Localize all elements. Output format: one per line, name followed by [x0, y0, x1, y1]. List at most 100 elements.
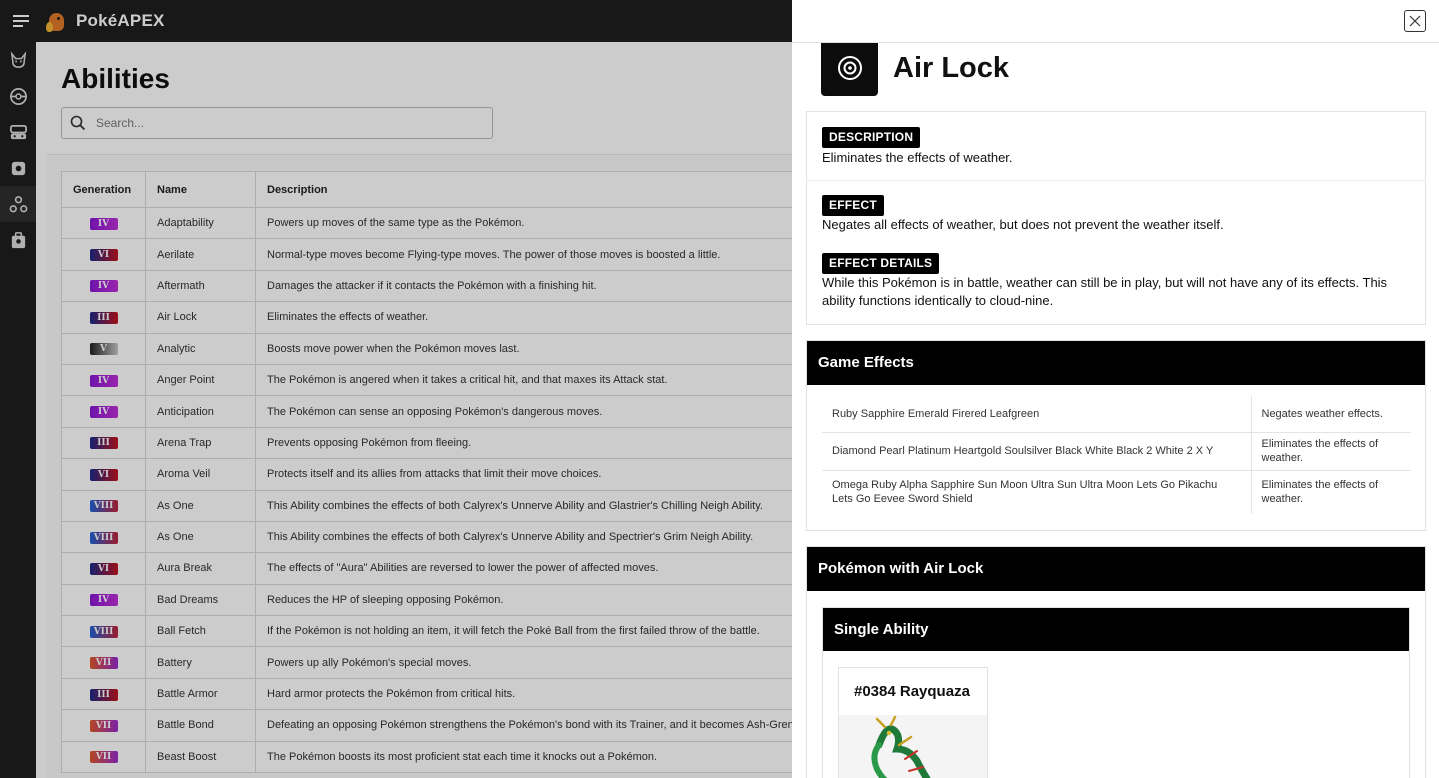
name-cell: As One	[145, 489, 256, 522]
close-icon	[1409, 15, 1421, 27]
game-effect: Eliminates the effects of weather.	[1261, 478, 1379, 506]
generation-badge: IV	[89, 594, 118, 607]
table-row[interactable]: VII Beast Boost The Pokémon boosts its mos…	[61, 740, 816, 774]
name-cell: Analytic	[145, 332, 256, 365]
table-row[interactable]: IV Anticipation The Pokémon can sense an o…	[61, 395, 816, 428]
generation-badge: VII	[89, 657, 118, 670]
pokeball-icon	[9, 87, 27, 105]
generation-cell: III	[61, 677, 146, 711]
single-ability-card: Single Ability #0384 Rayquaza	[822, 607, 1410, 778]
generation-cell: VII	[61, 709, 146, 742]
divider	[807, 180, 1425, 181]
app-name[interactable]: PokéAPEX	[76, 11, 165, 31]
description-cell: Prevents opposing Pokémon from fleeing.	[255, 426, 816, 460]
column-header-generation[interactable]: Generation	[61, 171, 146, 208]
single-ability-title: Single Ability	[823, 608, 1409, 651]
charmander-logo-icon[interactable]	[46, 8, 68, 34]
sidebar-item-bag[interactable]	[0, 222, 36, 258]
game-versions: Diamond Pearl Platinum Heartgold Soulsil…	[822, 432, 1252, 471]
sidebar-item-abilities[interactable]	[0, 186, 36, 222]
pokemon-card[interactable]: #0384 Rayquaza	[838, 667, 988, 778]
page-title: Abilities	[61, 63, 170, 94]
sidebar-item-pokeballs[interactable]	[0, 78, 36, 114]
table-row[interactable]: VI Aura Break The effects of "Aura" Abilit…	[61, 552, 816, 585]
game-effects-card: Game Effects Ruby Sapphire Emerald Firer…	[806, 340, 1426, 531]
abilities-table: Generation Name Description IV Adaptabili…	[61, 171, 816, 774]
generation-cell: VIII	[61, 520, 146, 554]
generation-badge: IV	[89, 406, 118, 419]
table-row[interactable]: VII Battle Bond Defeating an opposing Poké…	[61, 709, 816, 742]
description-cell: The Pokémon can sense an opposing Pokémo…	[255, 395, 816, 428]
description-cell: If the Pokémon is not holding an item, i…	[255, 615, 816, 648]
name-cell: Battery	[145, 646, 256, 679]
pikachu-icon	[10, 50, 26, 68]
description-label: DESCRIPTION	[822, 127, 921, 148]
game-effects-row: Omega Ruby Alpha Sapphire Sun Moon Ultra…	[822, 470, 1411, 514]
column-header-description[interactable]: Description	[255, 171, 816, 208]
game-versions: Ruby Sapphire Emerald Firered Leafgreen	[822, 396, 1252, 433]
generation-badge: VIII	[89, 625, 118, 638]
table-row[interactable]: V Analytic Boosts move power when the Poké…	[61, 332, 816, 365]
sidebar-item-items[interactable]	[0, 150, 36, 186]
description-cell: This Ability combines the effects of bot…	[255, 489, 816, 522]
name-cell: Ball Fetch	[145, 615, 256, 648]
generation-cell: VI	[61, 238, 146, 271]
game-effect: Negates weather effects.	[1251, 396, 1411, 433]
table-row[interactable]: VIII Ball Fetch If the Pokémon is not hold…	[61, 615, 816, 648]
table-row[interactable]: VI Aroma Veil Protects itself and its alli…	[61, 458, 816, 491]
game-versions: Omega Ruby Alpha Sapphire Sun Moon Ultra…	[822, 470, 1252, 514]
generation-cell: IV	[61, 269, 146, 303]
description-cell: The effects of "Aura" Abilities are reve…	[255, 552, 816, 585]
table-row[interactable]: III Battle Armor Hard armor protects the P…	[61, 677, 816, 711]
generation-cell: VI	[61, 458, 146, 491]
generation-badge: VII	[89, 751, 118, 764]
column-header-name[interactable]: Name	[145, 171, 256, 208]
search-input[interactable]	[96, 116, 476, 130]
generation-cell: III	[61, 301, 146, 334]
name-cell: Adaptability	[145, 206, 256, 240]
name-cell: Arena Trap	[145, 426, 256, 460]
name-cell: Air Lock	[145, 301, 256, 334]
table-row[interactable]: III Air Lock Eliminates the effects of wea…	[61, 301, 816, 334]
sidebar-item-pokemon[interactable]	[0, 42, 36, 78]
description-cell: Boosts move power when the Pokémon moves…	[255, 332, 816, 365]
generation-badge: IV	[89, 217, 118, 230]
table-row[interactable]: IV Bad Dreams Reduces the HP of sleeping o…	[61, 583, 816, 617]
pokemon-sprite	[839, 715, 987, 778]
table-row[interactable]: IV Anger Point The Pokémon is angered when…	[61, 363, 816, 397]
generation-cell: VI	[61, 552, 146, 585]
description-cell: Damages the attacker if it contacts the …	[255, 269, 816, 303]
game-effects-title: Game Effects	[807, 341, 1425, 385]
backpack-icon	[11, 231, 25, 248]
description-cell: This Ability combines the effects of bot…	[255, 520, 816, 554]
pokemon-name: #0384 Rayquaza	[854, 683, 970, 700]
menu-button[interactable]	[0, 0, 42, 42]
name-cell: Beast Boost	[145, 740, 256, 774]
search-icon	[70, 115, 86, 131]
generation-badge: VIII	[89, 500, 118, 513]
generation-cell: VII	[61, 646, 146, 679]
table-row[interactable]: III Arena Trap Prevents opposing Pokémon f…	[61, 426, 816, 460]
description-cell: Powers up ally Pokémon's special moves.	[255, 646, 816, 679]
generation-badge: IV	[89, 280, 118, 293]
table-row[interactable]: VIII As One This Ability combines the effe…	[61, 489, 816, 522]
description-cell: Defeating an opposing Pokémon strengthen…	[255, 709, 816, 742]
target-icon	[837, 56, 862, 80]
table-row[interactable]: VII Battery Powers up ally Pokémon's speci…	[61, 646, 816, 679]
table-row[interactable]: IV Adaptability Powers up moves of the sam…	[61, 206, 816, 240]
effect-details-label: EFFECT DETAILS	[822, 253, 940, 274]
name-cell: Battle Armor	[145, 677, 256, 711]
name-cell: Aroma Veil	[145, 458, 256, 491]
name-cell: Aftermath	[145, 269, 256, 303]
generation-cell: III	[61, 426, 146, 460]
table-row[interactable]: VIII As One This Ability combines the effe…	[61, 520, 816, 554]
name-cell: Battle Bond	[145, 709, 256, 742]
table-row[interactable]: VI Aerilate Normal-type moves become Flyin…	[61, 238, 816, 271]
search-box[interactable]	[61, 107, 493, 139]
table-row[interactable]: IV Aftermath Damages the attacker if it co…	[61, 269, 816, 303]
generation-cell: V	[61, 332, 146, 365]
generation-badge: VIII	[89, 531, 118, 544]
sidebar-item-machines[interactable]	[0, 114, 36, 150]
description-cell: Powers up moves of the same type as the …	[255, 206, 816, 240]
close-button[interactable]	[1404, 10, 1426, 32]
